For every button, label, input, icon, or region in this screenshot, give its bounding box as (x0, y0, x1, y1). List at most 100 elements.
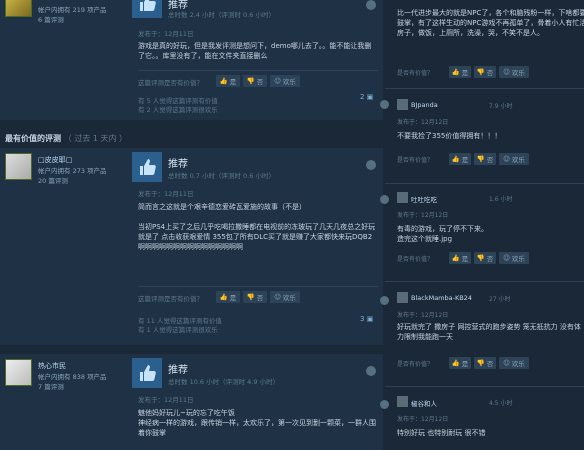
funny-button[interactable]: ☺ 欢乐 (499, 153, 529, 165)
review-text: 魅他妈好玩儿~玩的忘了吃午饭 神经病一样的游戏，跟传销一样，太欢乐了，第一次见到… (138, 409, 376, 437)
review-text: 简而言之这就是个艰辛德恋爱砖瓦爱施的故事（不是） 当初PS4上买了之后几乎吃喝拉… (138, 203, 376, 251)
smile-icon: ☺ (503, 359, 510, 367)
user-products[interactable]: 帐户内拥有 838 项产品 (38, 371, 107, 381)
no-button[interactable]: 👎 否 (474, 252, 496, 264)
comments-column: 比一代进步最大的就是NPC了，各个和脑残粉一样，下啥都要鼓掌，有了这样生动的NP… (380, 0, 584, 450)
avatar[interactable] (5, 153, 32, 180)
smile-icon: ☺ (274, 77, 281, 85)
no-button[interactable]: 👎 否 (474, 357, 496, 369)
user-reviews[interactable]: 6 篇评测 (38, 14, 64, 24)
user-reviews[interactable]: 7 篇评测 (38, 381, 64, 391)
recommendation-label: 推荐 (168, 159, 188, 170)
divider (385, 386, 584, 387)
comment-icon (380, 296, 389, 305)
avatar[interactable] (397, 99, 408, 110)
yes-button[interactable]: 👍 是 (216, 75, 240, 87)
steam-icon (366, 0, 376, 10)
no-button[interactable]: 👎 否 (474, 153, 496, 165)
divider (138, 286, 378, 287)
section-header: 最有价值的评测 （ 过去 1 天内 ） (5, 134, 128, 143)
funny-count: 有 1 人觉得这篇评测很欢乐 (138, 326, 218, 334)
yes-button[interactable]: 👍 是 (449, 153, 471, 165)
playtime: 总时数 2.4 小时（评测时 0.6 小时） (168, 11, 275, 19)
main-column: 帐户内拥有 219 项产品 6 篇评测 推荐 总时数 2.4 小时（评测时 0.… (0, 0, 383, 450)
posted-date: 发布于：12月12日 (397, 119, 449, 126)
avatar[interactable] (397, 292, 408, 303)
commenter-name[interactable]: BlackMamba-KB24 (411, 294, 472, 302)
review-body: 推荐 总时数 0.7 小时（评测时 0.6 小时） 发布于：12月11日 简而言… (132, 152, 380, 342)
comment-text: 好玩就完了 撒房子 网控营式的跑步姿势 笼无抵抗力 没有体力限制我能跑一天 (397, 323, 581, 341)
thumbs-down-icon: 👎 (246, 77, 255, 85)
comment-icon (380, 100, 389, 109)
playtime: 总时数 0.7 小时（评测时 0.6 小时） (168, 172, 275, 180)
thumbs-up-icon: 👍 (451, 254, 460, 262)
user-name[interactable]: 热心市民 (38, 361, 66, 371)
avatar[interactable] (5, 0, 32, 17)
comment-icon: ▣ (366, 315, 374, 323)
helpful-question: 是否有价值？ (397, 256, 434, 263)
comment-text: 比一代进步最大的就是NPC了，各个和脑残粉一样，下啥都要鼓掌，有了这样生动的NP… (397, 9, 584, 37)
funny-button[interactable]: ☺ 欢乐 (270, 291, 300, 303)
smile-icon: ☺ (503, 68, 510, 76)
yes-button[interactable]: 👍 是 (449, 66, 471, 78)
user-products[interactable]: 帐户内拥有 273 项产品 (38, 165, 107, 175)
commenter-hours: 4.5 小时 (489, 400, 513, 407)
no-button[interactable]: 👎 否 (243, 291, 267, 303)
comment-icon (380, 195, 389, 204)
avatar[interactable] (397, 192, 408, 203)
commenter-hours: 1.6 小时 (489, 196, 513, 203)
yes-button[interactable]: 👍 是 (449, 252, 471, 264)
funny-button[interactable]: ☺ 欢乐 (499, 252, 529, 264)
helpful-question: 这篇评测是否有价值？ (138, 295, 203, 303)
commenter-hours: 27 小时 (489, 296, 511, 303)
comment-text: 不要我捡了355价值得拥有！！！ (397, 132, 502, 140)
comment-text: 有毒的游戏，玩了停不下来。 造完这个就睡.jpg (397, 225, 488, 243)
commenter-name[interactable]: 吐吐吃吃 (411, 194, 437, 204)
thumbs-up-icon: 👍 (219, 77, 228, 85)
thumbs-down-icon: 👎 (246, 293, 255, 301)
review-card: 帐户内拥有 219 项产品 6 篇评测 推荐 总时数 2.4 小时（评测时 0.… (0, 0, 383, 120)
no-button[interactable]: 👎 否 (243, 75, 267, 87)
funny-button[interactable]: ☺ 欢乐 (270, 75, 300, 87)
yes-button[interactable]: 👍 是 (449, 357, 471, 369)
divider (385, 281, 584, 282)
user-name[interactable]: □皮皮耶□ (38, 155, 72, 165)
thumbs-up-icon: 👍 (451, 155, 460, 163)
thumbs-down-icon: 👎 (476, 254, 485, 262)
user-reviews[interactable]: 20 篇评测 (38, 175, 68, 185)
review-body: 推荐 总时数 2.4 小时（评测时 0.6 小时） 发布于：12月11日 游戏是… (132, 0, 380, 120)
funny-button[interactable]: ☺ 欢乐 (499, 357, 529, 369)
smile-icon: ☺ (503, 254, 510, 262)
funny-button[interactable]: ☺ 欢乐 (499, 66, 529, 78)
thumbs-up-icon (132, 0, 162, 18)
helpful-question: 这篇评测是否有价值？ (138, 79, 203, 87)
thumbs-up-icon (132, 358, 162, 388)
thumbs-up-icon: 👍 (451, 359, 460, 367)
review-card: □皮皮耶□ 帐户内拥有 273 项产品 20 篇评测 推荐 总时数 0.7 小时… (0, 148, 383, 345)
posted-date: 发布于：12月12日 (397, 312, 449, 319)
comment-count[interactable]: 2 ▣ (360, 93, 373, 101)
comment-count[interactable]: 3 ▣ (360, 315, 373, 323)
commenter-hours: 7.9 小时 (489, 103, 513, 110)
funny-count: 有 2 人觉得这篇评测很欢乐 (138, 106, 218, 114)
no-button[interactable]: 👎 否 (474, 66, 496, 78)
thumbs-up-icon: 👍 (451, 68, 460, 76)
avatar[interactable] (397, 396, 408, 407)
avatar[interactable] (5, 359, 32, 386)
commenter-name[interactable]: BJpanda (411, 101, 438, 109)
divider (385, 88, 584, 89)
yes-button[interactable]: 👍 是 (216, 291, 240, 303)
helpful-question: 是否有价值？ (397, 361, 434, 368)
smile-icon: ☺ (274, 293, 281, 301)
playtime: 总时数 10.6 小时（评测时 4.9 小时） (168, 378, 280, 386)
posted-date: 发布于：12月12日 (397, 212, 449, 219)
thumbs-down-icon: 👎 (476, 155, 485, 163)
steam-icon (366, 366, 376, 376)
commenter-name[interactable]: 椒谷和人 (411, 398, 437, 408)
user-products[interactable]: 帐户内拥有 219 项产品 (38, 4, 107, 14)
helpful-question: 是否有价值？ (397, 70, 434, 77)
review-body: 推荐 总时数 10.6 小时（评测时 4.9 小时） 发布于：12月11日 魅他… (132, 358, 380, 448)
review-text: 游戏是真的好玩，但是我发评测是想问下，demo哪儿去了。。能不能让我删了它。。库… (138, 42, 372, 60)
posted-date: 发布于：12月12日 (397, 416, 449, 423)
steam-icon (366, 160, 376, 170)
